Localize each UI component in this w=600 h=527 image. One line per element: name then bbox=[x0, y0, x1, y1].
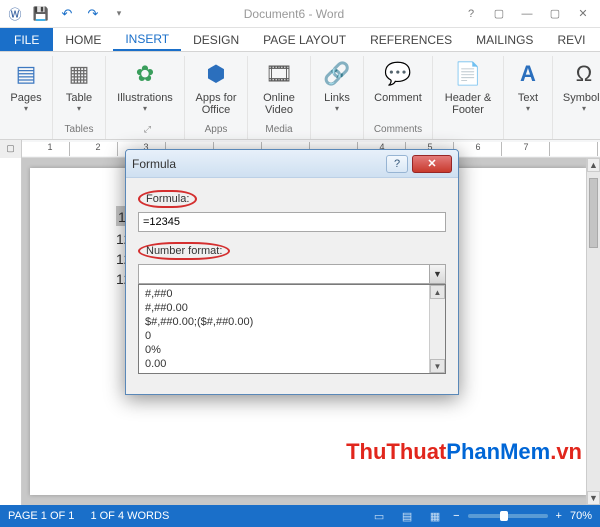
quick-access-toolbar: Ⓦ 💾 ↶ ↷ ▾ bbox=[4, 3, 130, 25]
pages-button[interactable]: ▤ Pages ▾ bbox=[6, 56, 46, 115]
close-button[interactable]: ✕ bbox=[570, 4, 596, 24]
word-icon[interactable]: Ⓦ bbox=[4, 3, 26, 25]
group-text: A Text ▾ bbox=[504, 56, 553, 139]
number-format-dropdown: #,##0 #,##0.00 $#,##0.00;($#,##0.00) 0 0… bbox=[138, 284, 446, 374]
save-icon[interactable]: 💾 bbox=[30, 3, 52, 25]
dialog-titlebar[interactable]: Formula ? ✕ bbox=[126, 150, 458, 178]
tab-home[interactable]: HOME bbox=[53, 28, 113, 51]
title-bar: Ⓦ 💾 ↶ ↷ ▾ Document6 - Word ? ▢ — ▢ ✕ bbox=[0, 0, 600, 28]
scroll-up-button[interactable]: ▲ bbox=[587, 158, 600, 172]
illustrations-button[interactable]: ✿ Illustrations ▾ bbox=[112, 56, 178, 115]
ribbon-options-icon[interactable]: ▢ bbox=[486, 4, 512, 24]
vertical-ruler[interactable] bbox=[0, 158, 22, 505]
online-video-button[interactable]: 🎞 Online Video bbox=[254, 56, 304, 118]
illustrations-launcher-icon[interactable]: ⤢ bbox=[144, 124, 151, 134]
group-illustrations: ✿ Illustrations ▾ ⤢ bbox=[106, 56, 185, 139]
group-header-footer: 📄 Header & Footer bbox=[433, 56, 504, 139]
group-pages: ▤ Pages ▾ bbox=[6, 56, 53, 139]
table-icon: ▦ bbox=[63, 58, 95, 90]
dialog-help-button[interactable]: ? bbox=[386, 155, 408, 173]
links-button[interactable]: 🔗 Links ▾ bbox=[317, 56, 357, 115]
number-format-dropdown-button[interactable]: ▼ bbox=[429, 265, 445, 283]
formula-input[interactable] bbox=[138, 212, 446, 232]
video-icon: 🎞 bbox=[263, 58, 295, 90]
comment-icon: 💬 bbox=[382, 58, 414, 90]
zoom-slider[interactable] bbox=[468, 514, 548, 518]
zoom-level[interactable]: 70% bbox=[570, 510, 592, 522]
tab-references[interactable]: REFERENCES bbox=[358, 28, 464, 51]
tab-page-layout[interactable]: PAGE LAYOUT bbox=[251, 28, 358, 51]
scroll-thumb[interactable] bbox=[589, 178, 598, 248]
dialog-close-button[interactable]: ✕ bbox=[412, 155, 452, 173]
tab-insert[interactable]: INSERT bbox=[113, 28, 181, 51]
format-option[interactable]: #,##0 bbox=[139, 287, 445, 301]
number-format-input[interactable] bbox=[138, 264, 446, 284]
zoom-in-button[interactable]: + bbox=[556, 510, 562, 522]
text-button[interactable]: A Text ▾ bbox=[510, 56, 546, 115]
group-apps: ⬢ Apps for Office Apps bbox=[185, 56, 248, 139]
format-option[interactable]: $#,##0.00;($#,##0.00) bbox=[139, 315, 445, 329]
vertical-scrollbar[interactable]: ▲ ▼ bbox=[586, 158, 600, 505]
dialog-body: Formula: Number format: ▼ #,##0 #,##0.00… bbox=[126, 178, 458, 394]
number-format-label: Number format: bbox=[138, 242, 230, 260]
ribbon-tabs: FILE HOME INSERT DESIGN PAGE LAYOUT REFE… bbox=[0, 28, 600, 52]
web-layout-icon[interactable]: ▦ bbox=[425, 508, 445, 524]
minimize-button[interactable]: — bbox=[514, 4, 540, 24]
redo-icon[interactable]: ↷ bbox=[82, 3, 104, 25]
watermark: ThuThuatPhanMem.vn bbox=[346, 439, 582, 465]
dropdown-scrollbar[interactable]: ▲ ▼ bbox=[429, 285, 445, 373]
links-icon: 🔗 bbox=[321, 58, 353, 90]
group-tables: ▦ Table ▾ Tables bbox=[53, 56, 106, 139]
symbols-button[interactable]: Ω Symbols ▾ bbox=[559, 56, 600, 115]
tab-file[interactable]: FILE bbox=[0, 28, 53, 51]
window-controls: ? ▢ — ▢ ✕ bbox=[458, 4, 596, 24]
illustrations-icon: ✿ bbox=[129, 58, 161, 90]
header-footer-icon: 📄 bbox=[452, 58, 484, 90]
zoom-slider-thumb[interactable] bbox=[500, 511, 508, 521]
dialog-title: Formula bbox=[132, 157, 176, 171]
zoom-out-button[interactable]: − bbox=[453, 510, 459, 522]
tab-design[interactable]: DESIGN bbox=[181, 28, 251, 51]
formula-label: Formula: bbox=[138, 190, 197, 208]
group-comments: 💬 Comment Comments bbox=[364, 56, 433, 139]
tab-review[interactable]: REVI bbox=[545, 28, 597, 51]
dropdown-scroll-down[interactable]: ▼ bbox=[430, 359, 445, 373]
qat-customize-icon[interactable]: ▾ bbox=[108, 3, 130, 25]
format-option[interactable]: 0.00 bbox=[139, 357, 445, 371]
window-title: Document6 - Word bbox=[130, 7, 458, 21]
comment-button[interactable]: 💬 Comment bbox=[370, 56, 426, 106]
print-layout-icon[interactable]: ▤ bbox=[397, 508, 417, 524]
group-links: 🔗 Links ▾ bbox=[311, 56, 364, 139]
help-icon[interactable]: ? bbox=[458, 4, 484, 24]
dropdown-scroll-up[interactable]: ▲ bbox=[430, 285, 445, 299]
apps-for-office-button[interactable]: ⬢ Apps for Office bbox=[191, 56, 241, 118]
format-option[interactable]: #,##0.00 bbox=[139, 301, 445, 315]
status-bar: PAGE 1 OF 1 1 OF 4 WORDS ▭ ▤ ▦ − + 70% bbox=[0, 505, 600, 527]
symbols-icon: Ω bbox=[568, 58, 600, 90]
scroll-down-button[interactable]: ▼ bbox=[587, 491, 600, 505]
undo-icon[interactable]: ↶ bbox=[56, 3, 78, 25]
apps-icon: ⬢ bbox=[200, 58, 232, 90]
group-media: 🎞 Online Video Media bbox=[248, 56, 311, 139]
maximize-button[interactable]: ▢ bbox=[542, 4, 568, 24]
ribbon: ▤ Pages ▾ ▦ Table ▾ Tables ✿ Illustratio… bbox=[0, 52, 600, 140]
page-status[interactable]: PAGE 1 OF 1 bbox=[8, 510, 74, 522]
pages-icon: ▤ bbox=[10, 58, 42, 90]
header-footer-button[interactable]: 📄 Header & Footer bbox=[439, 56, 497, 118]
formula-dialog: Formula ? ✕ Formula: Number format: ▼ #,… bbox=[125, 149, 459, 395]
ruler-corner[interactable]: ▢ bbox=[0, 140, 22, 158]
read-mode-icon[interactable]: ▭ bbox=[369, 508, 389, 524]
table-button[interactable]: ▦ Table ▾ bbox=[59, 56, 99, 115]
group-symbols: Ω Symbols ▾ bbox=[553, 56, 600, 139]
text-icon: A bbox=[512, 58, 544, 90]
word-count-status[interactable]: 1 OF 4 WORDS bbox=[90, 510, 169, 522]
format-option[interactable]: 0 bbox=[139, 329, 445, 343]
number-format-combo: ▼ #,##0 #,##0.00 $#,##0.00;($#,##0.00) 0… bbox=[138, 264, 446, 284]
format-option[interactable]: 0% bbox=[139, 343, 445, 357]
tab-mailings[interactable]: MAILINGS bbox=[464, 28, 545, 51]
